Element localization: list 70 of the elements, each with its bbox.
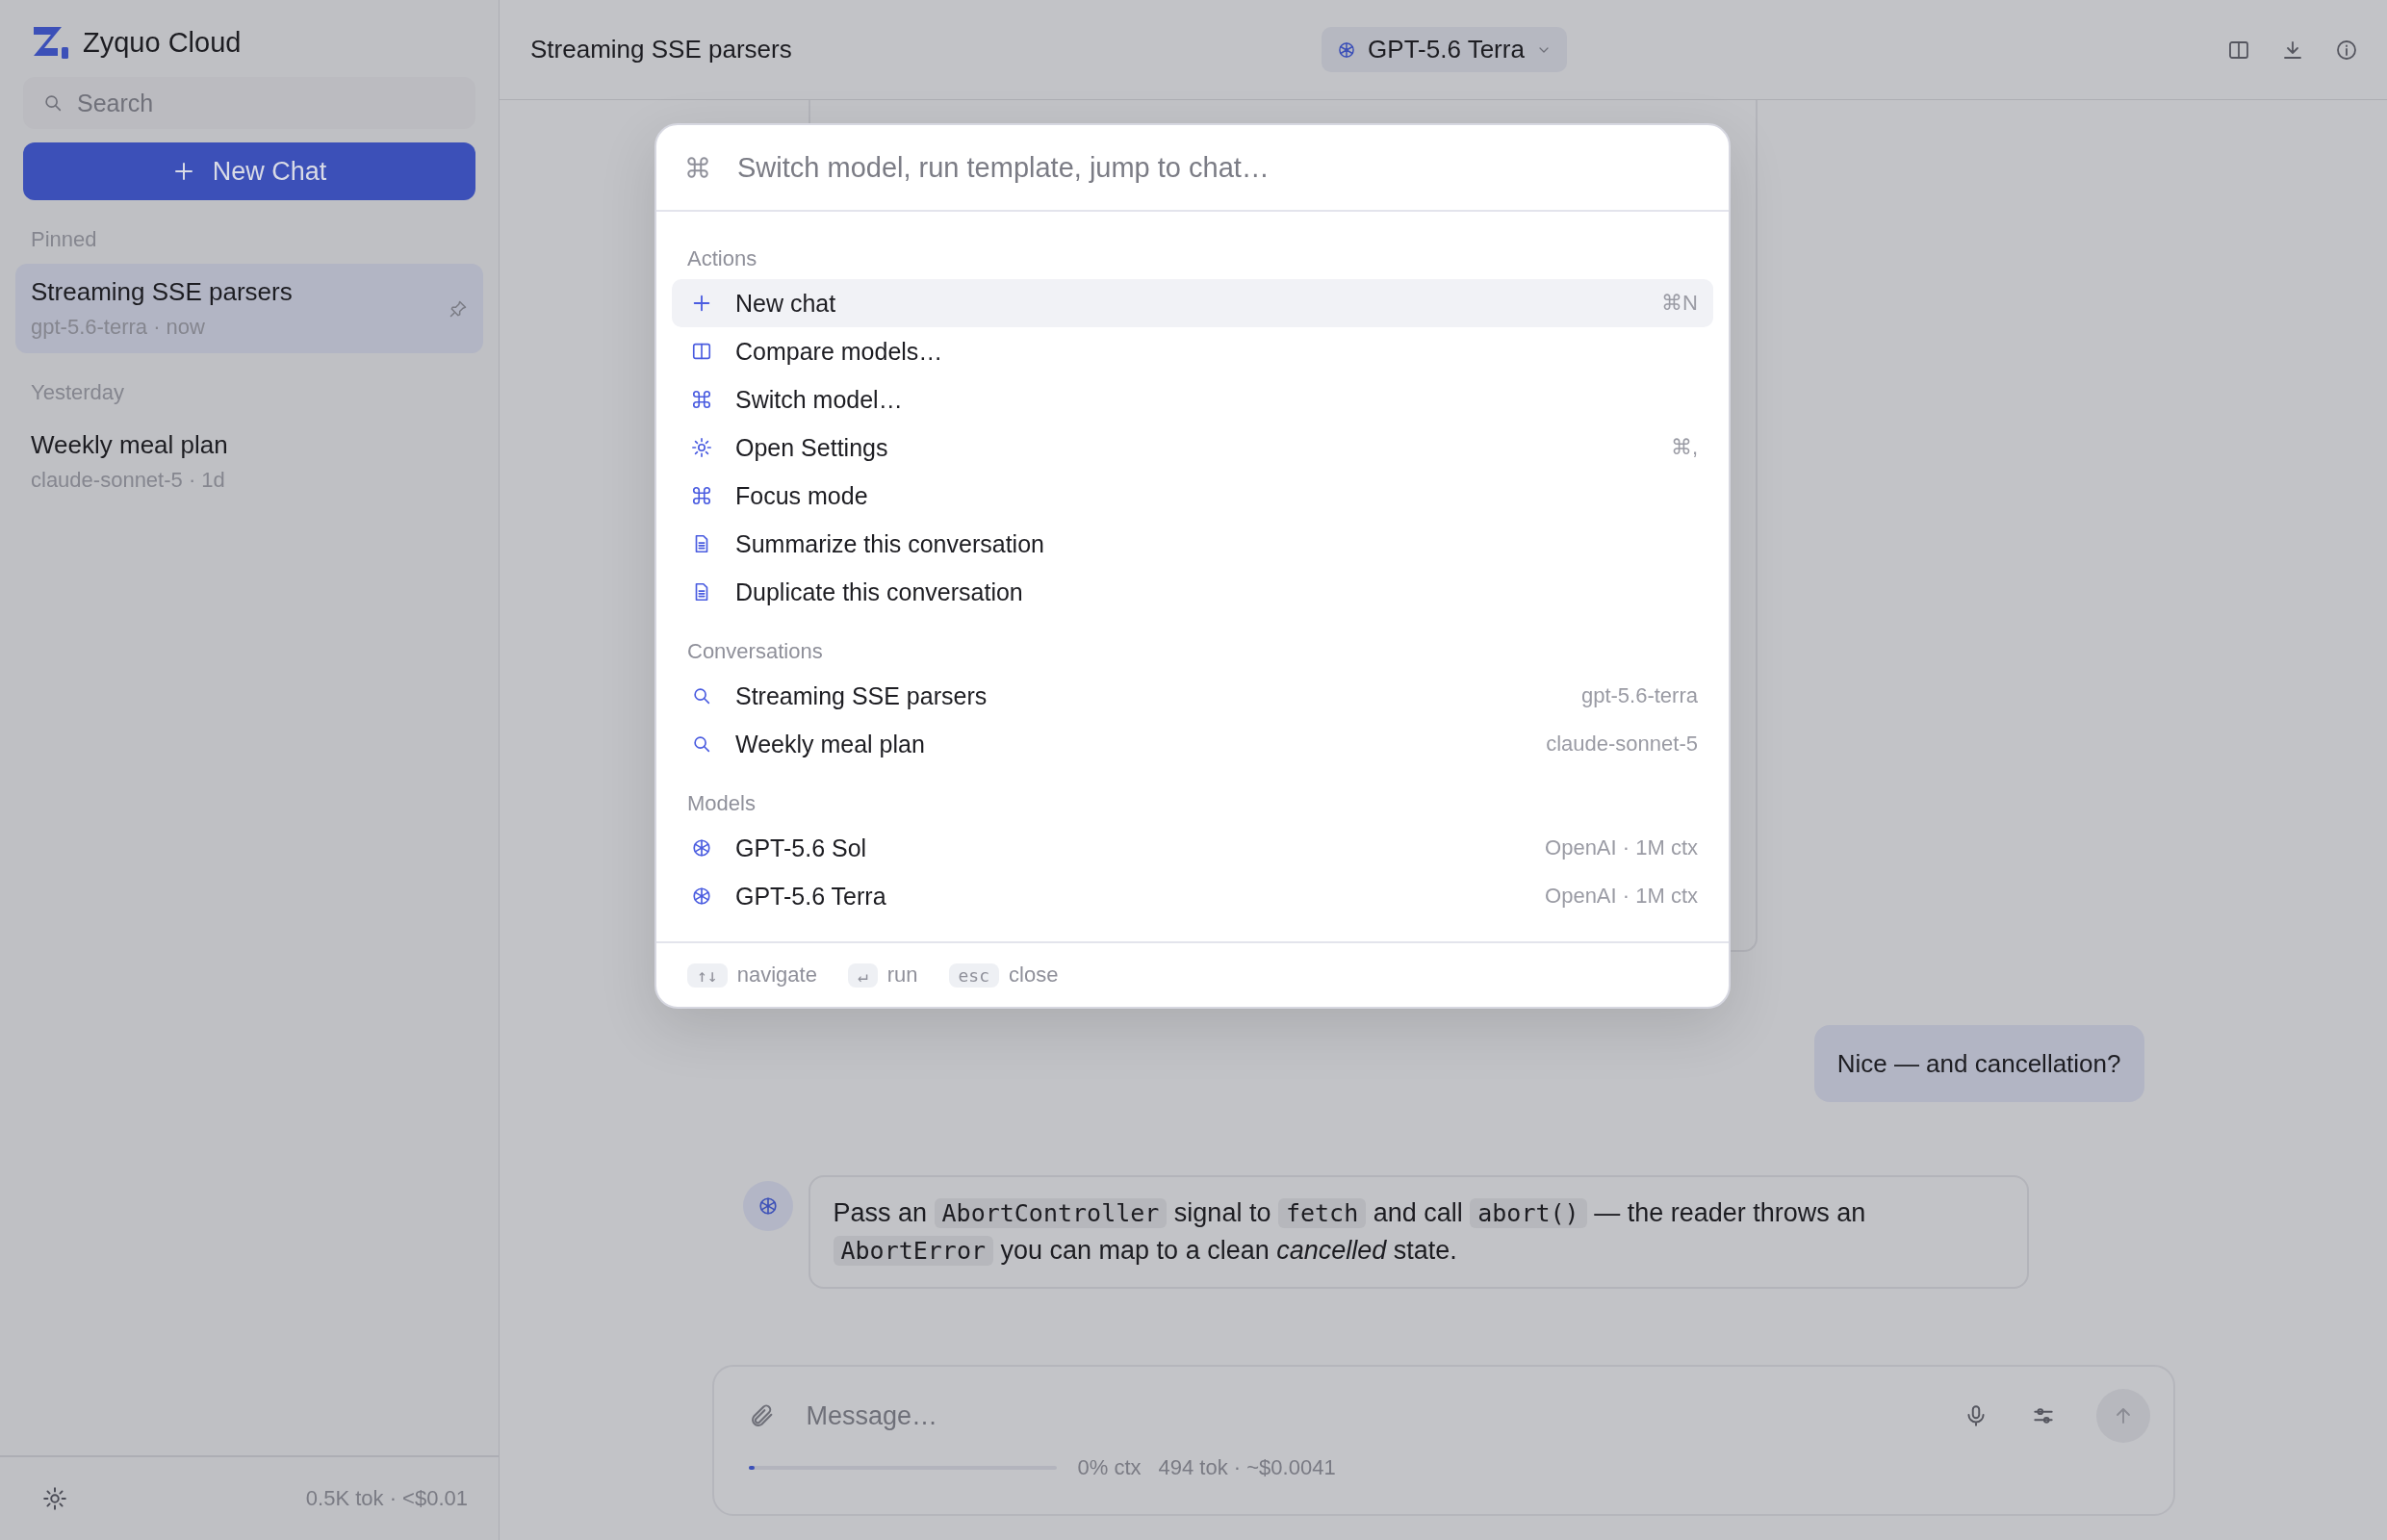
message-input[interactable]: Message…: [804, 1399, 1935, 1432]
command-label: Summarize this conversation: [735, 529, 1045, 558]
command-label: Duplicate this conversation: [735, 578, 1024, 606]
command-label: GPT-5.6 Terra: [735, 882, 887, 911]
command-item[interactable]: Streaming SSE parsers gpt-5.6-terra: [672, 672, 1713, 720]
command-label: New chat: [735, 289, 837, 318]
section-label: Conversations: [686, 638, 824, 665]
command-label: Compare models…: [735, 337, 944, 366]
plus-icon: [691, 293, 712, 314]
command-detail: ⌘N: [1661, 291, 1698, 316]
hint-label: run: [886, 962, 918, 988]
section-label: Actions: [686, 245, 758, 272]
conversation-meta: claude-sonnet-5 · 1d: [31, 468, 226, 493]
command-detail: gpt-5.6-terra: [1580, 683, 1698, 708]
wheel-icon: [691, 886, 712, 907]
token-usage: 494 tok · ~$0.0041: [1158, 1455, 1336, 1480]
command-item[interactable]: Focus mode: [672, 472, 1713, 520]
command-detail: OpenAI · 1M ctx: [1545, 884, 1698, 909]
columns-icon: [691, 341, 712, 362]
command-label: Weekly meal plan: [735, 730, 926, 758]
usage-summary: 0.5K tok · <$0.01: [305, 1486, 468, 1511]
command-detail: OpenAI · 1M ctx: [1545, 835, 1698, 860]
new-chat-button[interactable]: New Chat: [23, 142, 475, 200]
command-item[interactable]: GPT-5.6 Sol OpenAI · 1M ctx: [672, 824, 1713, 872]
command-icon: [685, 155, 710, 180]
conversation-title: Weekly meal plan: [31, 430, 229, 460]
command-item[interactable]: Switch model…: [672, 375, 1713, 424]
conversation-item[interactable]: Weekly meal plan claude-sonnet-5 · 1d: [15, 417, 483, 506]
hint-label: navigate: [736, 962, 817, 988]
search-field[interactable]: Search: [23, 77, 475, 129]
group-label: Pinned: [30, 226, 98, 253]
command-item[interactable]: New chat ⌘N: [672, 279, 1713, 327]
wheel-icon: [691, 837, 712, 859]
app-name: Zyquo Cloud: [83, 26, 242, 59]
context-reading: 0% ctx: [1077, 1455, 1142, 1480]
command-item[interactable]: Open Settings ⌘,: [672, 424, 1713, 472]
command-item[interactable]: Weekly meal plan claude-sonnet-5: [672, 720, 1713, 768]
command-label: Switch model…: [735, 385, 904, 414]
info-button[interactable]: [2335, 38, 2358, 62]
conversation-title: Streaming SSE parsers: [31, 277, 294, 307]
model-selector[interactable]: GPT-5.6 Terra: [1322, 27, 1567, 72]
search-icon: [691, 733, 712, 755]
search-icon: [42, 92, 64, 114]
command-item[interactable]: GPT-5.6 Terra OpenAI · 1M ctx: [672, 872, 1713, 920]
wheel-icon: [757, 1195, 779, 1217]
command-icon: [691, 485, 712, 506]
command-label: Open Settings: [735, 433, 889, 462]
key-hint: ↵: [847, 962, 878, 988]
key-hint: ↑↓: [687, 962, 728, 988]
search-icon: [691, 685, 712, 706]
hint-label: close: [1009, 962, 1059, 988]
command-icon: [691, 389, 712, 410]
command-label: GPT-5.6 Sol: [735, 834, 868, 862]
user-message: Nice — and cancellation?: [1813, 1025, 2144, 1102]
command-detail: ⌘,: [1670, 435, 1698, 460]
theme-toggle-icon[interactable]: [42, 1486, 67, 1511]
wheel-icon: [1337, 39, 1357, 60]
chat-title: Streaming SSE parsers: [530, 35, 793, 64]
command-label: Focus mode: [735, 481, 869, 510]
sun-icon: [691, 437, 712, 458]
info-icon: [2335, 38, 2358, 62]
assistant-message: Pass an AbortController signal to fetch and call abort() — the reader throws an AbortError you can map to a clean cancelled state.: [808, 1175, 2029, 1289]
section-label: Models: [686, 790, 757, 817]
group-label: Yesterday: [30, 379, 126, 406]
command-item[interactable]: Summarize this conversation: [672, 520, 1713, 568]
command-item[interactable]: Compare models…: [672, 327, 1713, 375]
command-item[interactable]: Duplicate this conversation: [672, 568, 1713, 616]
command-detail: claude-sonnet-5: [1546, 732, 1698, 757]
key-hint: esc: [948, 962, 1000, 988]
command-label: Streaming SSE parsers: [735, 681, 988, 710]
